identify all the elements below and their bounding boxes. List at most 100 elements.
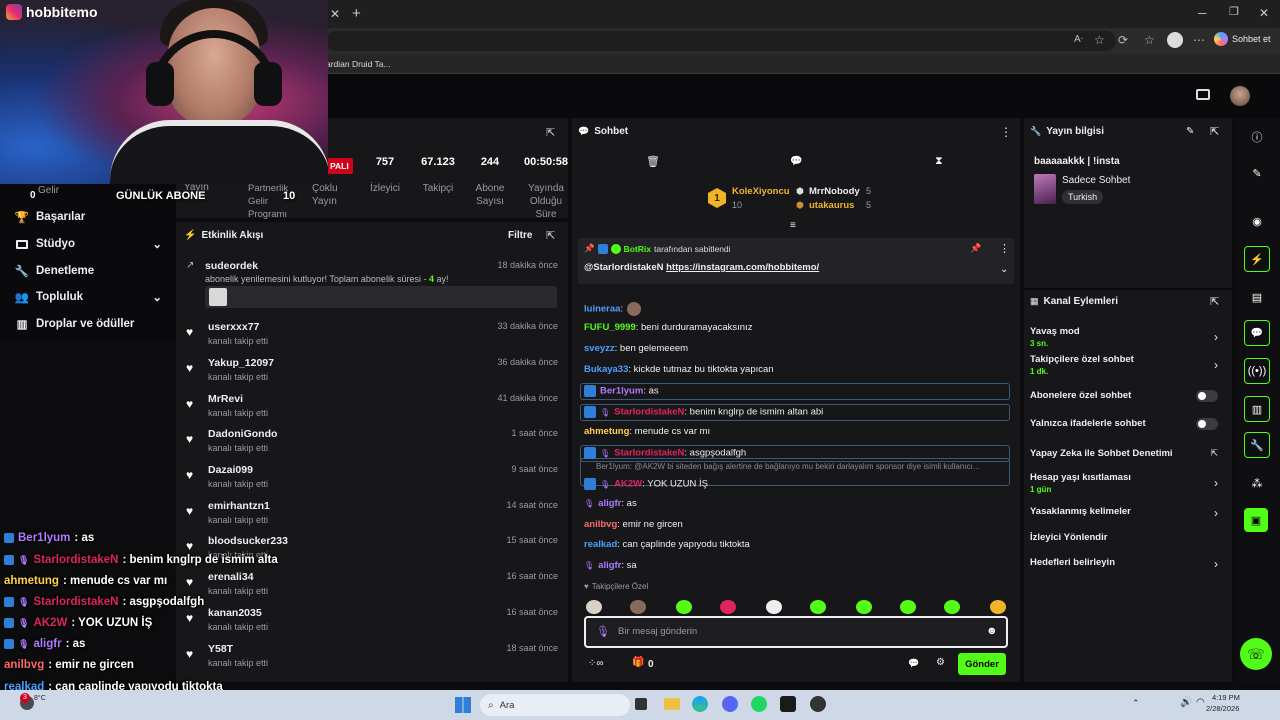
emote-icon[interactable]: [900, 600, 916, 614]
category-name[interactable]: Sadece Sohbet: [1062, 175, 1130, 186]
close-tab-icon[interactable]: ✕: [330, 7, 340, 21]
clock-time[interactable]: 4:19 PM: [1212, 693, 1240, 702]
chat-username[interactable]: aligfr: [598, 560, 621, 571]
nodes-icon[interactable]: ⁂: [1244, 470, 1270, 496]
layout-icon[interactable]: ▥: [1244, 396, 1270, 422]
task-view-icon[interactable]: [635, 698, 647, 710]
pin-more-icon[interactable]: ⋮: [999, 242, 1010, 255]
channel-action-row[interactable]: Abonelere özel sohbet: [1030, 390, 1226, 414]
follower-name[interactable]: Yakup_12097: [208, 357, 274, 369]
url-field[interactable]: [326, 31, 1116, 51]
popout-icon[interactable]: ⇱: [546, 126, 555, 139]
broadcast-icon[interactable]: ((•)): [1244, 358, 1270, 384]
gifter-third-name[interactable]: utakaurus: [809, 200, 854, 211]
trash-icon[interactable]: 🗑: [646, 155, 660, 168]
file-explorer-icon[interactable]: [664, 698, 680, 710]
favorites-bar-icon[interactable]: ☆: [1144, 33, 1155, 47]
obs-icon[interactable]: [810, 696, 826, 712]
clock-date[interactable]: 2/28/2026: [1206, 704, 1239, 713]
chat-username[interactable]: AK2W: [614, 479, 642, 490]
stream-toggle-icon[interactable]: [1196, 89, 1210, 100]
chat-username[interactable]: sveyzz: [584, 343, 615, 354]
popout-icon[interactable]: ⇱: [1210, 295, 1219, 308]
chat-username[interactable]: Bukaya33: [584, 364, 628, 375]
channel-action-row[interactable]: Hesap yaşı kısıtlaması 1 gün ›: [1030, 472, 1226, 496]
profile-icon[interactable]: [1167, 32, 1183, 48]
channel-action-row[interactable]: Hedefleri belirleyin ›: [1030, 557, 1226, 581]
collapse-icon[interactable]: ≡: [790, 220, 796, 231]
channel-action-row[interactable]: Takipçilere özel sohbet 1 dk. ›: [1030, 354, 1226, 378]
unpin-icon[interactable]: 📌: [970, 243, 981, 254]
favorite-icon[interactable]: ☆: [1094, 33, 1105, 47]
emote-icon[interactable]: [720, 600, 736, 614]
chat-tool-icon[interactable]: 💬: [1244, 320, 1270, 346]
chat-username[interactable]: ahmetung: [584, 426, 629, 437]
chat-username[interactable]: StarlordistakeN: [614, 448, 684, 459]
emote-icon[interactable]: [586, 600, 602, 614]
chat-username[interactable]: FUFU_9999: [584, 322, 636, 333]
emote-icon[interactable]: [856, 600, 872, 614]
copilot-button[interactable]: Sohbet et: [1214, 32, 1271, 46]
emoji-icon[interactable]: ☻: [986, 625, 998, 637]
maximize-icon[interactable]: ❐: [1229, 5, 1239, 18]
gifter-first-name[interactable]: KoleXiyoncu: [732, 186, 790, 197]
pen-icon[interactable]: ✎: [1244, 160, 1270, 186]
emote-icon[interactable]: [766, 600, 782, 614]
toggle-switch[interactable]: [1196, 390, 1218, 402]
camera-icon[interactable]: ◉: [1244, 208, 1270, 234]
clipboard-icon[interactable]: ▤: [1244, 284, 1270, 310]
wifi-icon[interactable]: ◠: [1196, 697, 1205, 708]
popout-icon[interactable]: ⇱: [546, 229, 555, 242]
user-avatar[interactable]: [1230, 86, 1250, 106]
more-vertical-icon[interactable]: ⋮: [1000, 125, 1012, 139]
chat-username[interactable]: realkad: [584, 539, 617, 550]
tray-chevron-icon[interactable]: ⌃: [1132, 698, 1140, 709]
emote-icon[interactable]: [630, 600, 646, 614]
channel-action-row[interactable]: Yalnızca ifadelerle sohbet: [1030, 418, 1226, 442]
gift-icon[interactable]: 🎁: [632, 657, 644, 668]
chat-username[interactable]: luineraa: [584, 304, 620, 315]
chat-username[interactable]: aligfr: [598, 498, 621, 509]
chat-username[interactable]: StarlordistakeN: [614, 407, 684, 418]
minimize-icon[interactable]: ─: [1198, 6, 1207, 20]
toggle-switch[interactable]: [1196, 418, 1218, 430]
taskbar-search[interactable]: ⌕ Ara: [480, 694, 630, 716]
emote-icon[interactable]: [676, 600, 692, 614]
sidebar-item-moderation[interactable]: 🔧 Denetleme: [0, 257, 176, 284]
send-button[interactable]: Gönder: [958, 653, 1006, 675]
gifter-second-name[interactable]: MrrNobody: [809, 186, 860, 197]
discord-icon[interactable]: [722, 696, 738, 712]
chat-username[interactable]: anilbvg: [584, 519, 617, 530]
microphone-icon[interactable]: 🎙: [596, 625, 610, 638]
popout-icon[interactable]: ⇱: [1210, 125, 1219, 138]
hourglass-icon[interactable]: ⧗: [935, 155, 943, 168]
sidebar-item-studio[interactable]: Stüdyo ⌄: [0, 231, 176, 258]
channel-action-row[interactable]: Yasaklanmış kelimeler ›: [1030, 506, 1226, 530]
wrench-tool-icon[interactable]: 🔧: [1244, 432, 1270, 458]
media-icon[interactable]: ▣: [1244, 508, 1268, 532]
spotify-icon[interactable]: [751, 696, 767, 712]
edge-icon[interactable]: [692, 696, 708, 712]
channel-action-row[interactable]: Yapay Zeka ile Sohbet Denetimi ⇱: [1030, 448, 1226, 472]
follower-name[interactable]: userxxx77: [208, 321, 259, 333]
gear-icon[interactable]: ⚙: [936, 657, 945, 668]
emote-icon[interactable]: [990, 600, 1006, 614]
expand-icon[interactable]: ⌄: [1000, 264, 1008, 275]
filter-button[interactable]: Filtre: [508, 230, 532, 241]
chat-mode-icon[interactable]: 💬: [790, 156, 802, 167]
bolt-tool-icon[interactable]: ⚡: [1244, 246, 1270, 272]
sidebar-item-achievements[interactable]: 🏆 Başarılar: [0, 204, 176, 231]
follower-name[interactable]: emirhantzn1: [208, 500, 270, 512]
chat-input[interactable]: Bir mesaj gönderin: [618, 626, 697, 637]
windows-start-icon[interactable]: [455, 697, 471, 713]
terminal-icon[interactable]: [780, 696, 796, 712]
channel-action-row[interactable]: İzleyici Yönlendir: [1030, 532, 1226, 556]
chat-username[interactable]: Ber1lyum: [600, 386, 643, 397]
follower-name[interactable]: DadoniGondo: [208, 428, 277, 440]
bookmark-item[interactable]: ardian Druid Ta...: [326, 59, 391, 69]
support-icon[interactable]: ☏: [1240, 638, 1272, 670]
volume-icon[interactable]: 🔊: [1180, 697, 1192, 708]
edit-icon[interactable]: ✎: [1186, 126, 1194, 137]
sidebar-item-drops[interactable]: ▥ Droplar ve ödüller: [0, 311, 176, 338]
emote-icon[interactable]: [944, 600, 960, 614]
